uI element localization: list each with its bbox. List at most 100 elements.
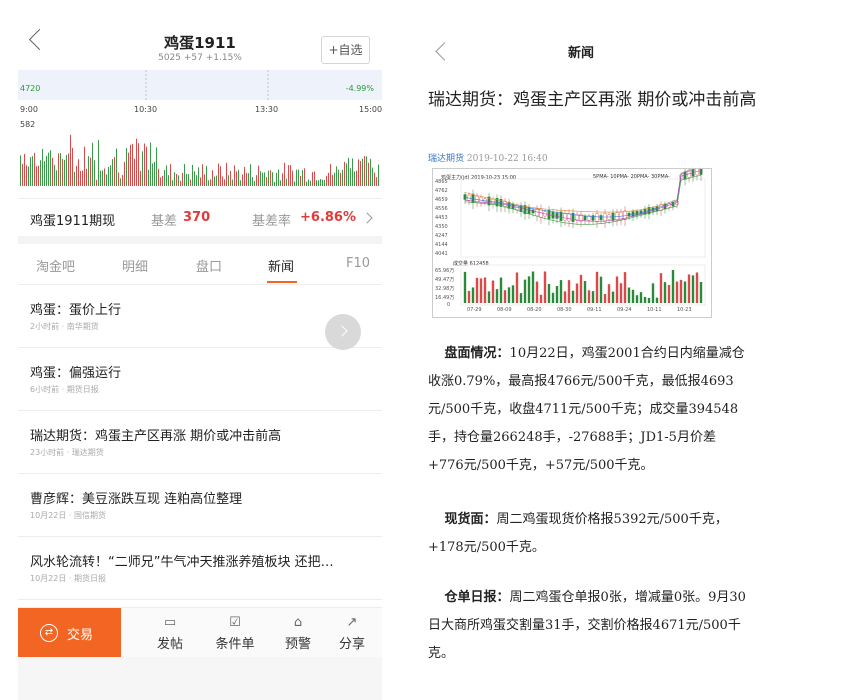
volume-bar bbox=[180, 180, 181, 186]
volume-bar bbox=[116, 148, 117, 186]
volume-bar bbox=[559, 280, 563, 303]
tab-news[interactable]: 新闻 bbox=[268, 256, 294, 275]
tab-f10[interactable]: F10 bbox=[346, 256, 370, 271]
volume-bar bbox=[184, 163, 185, 186]
chevron-right-icon bbox=[361, 212, 373, 224]
volume-bar bbox=[192, 164, 193, 186]
swap-icon: ⇄ bbox=[40, 624, 58, 642]
volume-bar bbox=[278, 169, 279, 186]
volume-bar bbox=[38, 165, 39, 186]
tab-forum[interactable]: 淘金吧 bbox=[36, 256, 75, 275]
volume-bar bbox=[232, 179, 233, 186]
volume-bar bbox=[298, 169, 299, 186]
volume-bar bbox=[292, 170, 293, 186]
volume-bar bbox=[334, 172, 335, 186]
volume-bar bbox=[326, 175, 327, 186]
volume-bar bbox=[647, 297, 651, 303]
volume-bar bbox=[663, 282, 667, 303]
moving-average-line bbox=[464, 170, 702, 222]
volume-bar bbox=[36, 166, 37, 186]
section-divider bbox=[18, 236, 382, 244]
pct-label: -4.99% bbox=[345, 84, 374, 93]
volume-bar bbox=[156, 147, 157, 186]
volume-bar bbox=[234, 165, 235, 186]
volume-bar bbox=[50, 150, 51, 186]
volume-bar bbox=[200, 177, 201, 186]
volume-bar bbox=[138, 143, 139, 186]
conditional-order-button[interactable]: ☑ 条件单 bbox=[205, 614, 265, 652]
volume-bar bbox=[346, 163, 347, 186]
volume-bar bbox=[551, 292, 555, 303]
article-date: 2019-10-22 16:40 bbox=[466, 154, 548, 164]
bottom-toolbar: ⇄ 交易 ▭ 发帖 ☑ 条件单 ⌂ 预警 ↗ 分享 bbox=[18, 607, 382, 658]
trade-button[interactable]: ⇄ 交易 bbox=[18, 608, 121, 658]
tab-details[interactable]: 明细 bbox=[122, 256, 148, 275]
volume-bar bbox=[208, 180, 209, 186]
volume-bar bbox=[46, 155, 47, 186]
volume-bar bbox=[264, 172, 265, 186]
volume-bar bbox=[228, 175, 229, 186]
news-item[interactable]: 鸡蛋：偏强运行 6小时前 · 期货日报 bbox=[18, 348, 382, 411]
share-icon: ↗ bbox=[346, 615, 358, 630]
volume-bar bbox=[338, 169, 339, 186]
volume-bar bbox=[124, 161, 125, 186]
volume-bar bbox=[26, 165, 27, 186]
basis-row[interactable]: 鸡蛋1911期现 基差 370 基差率 +6.86% bbox=[18, 198, 382, 237]
news-title: 风水轮流转！“二师兄”牛气冲天推涨养殖板块 还把… bbox=[30, 555, 334, 570]
volume-bar bbox=[300, 176, 301, 186]
tab-orderbook[interactable]: 盘口 bbox=[196, 256, 222, 275]
back-icon[interactable] bbox=[435, 42, 454, 61]
volume-bar bbox=[182, 172, 183, 186]
news-item[interactable]: 风水轮流转！“二师兄”牛气冲天推涨养殖板块 还把… 10月22日 · 期货日报 bbox=[18, 537, 382, 600]
volume-bar bbox=[250, 164, 251, 186]
volume-bar bbox=[172, 180, 173, 186]
share-button[interactable]: ↗ 分享 bbox=[322, 614, 382, 652]
volume-bar bbox=[94, 160, 95, 186]
volume-bar bbox=[374, 172, 375, 186]
header: 鸡蛋1911 5025 +57 +1.15% +自选 bbox=[18, 0, 382, 70]
volume-bar bbox=[56, 170, 57, 186]
volume-bar bbox=[246, 173, 247, 186]
article-source[interactable]: 瑞达期货 bbox=[428, 154, 464, 164]
news-title: 瑞达期货：鸡蛋主产区再涨 期价或冲击前高 bbox=[30, 429, 282, 444]
volume-bar bbox=[567, 280, 571, 303]
post-icon: ▭ bbox=[163, 615, 177, 630]
volume-bar bbox=[164, 170, 165, 186]
candle-body bbox=[583, 215, 587, 221]
volume-bar bbox=[330, 164, 331, 186]
volume-bar bbox=[248, 173, 249, 186]
intraday-chart[interactable]: 4720 -4.99% 9:00 10:30 13:30 15:00 582 bbox=[18, 70, 382, 198]
volume-bar bbox=[188, 174, 189, 186]
volume-bar bbox=[186, 173, 187, 186]
floating-next-button[interactable] bbox=[325, 314, 361, 350]
news-article-panel: 新闻 瑞达期货：鸡蛋主产区再涨 期价或冲击前高 瑞达期货 2019-10-22 … bbox=[420, 0, 852, 700]
volume-bar bbox=[310, 180, 311, 186]
volume-bar bbox=[675, 281, 679, 303]
post-button[interactable]: ▭ 发帖 bbox=[140, 614, 200, 652]
volume-bar bbox=[254, 180, 255, 186]
volume-bar bbox=[266, 177, 267, 186]
volume-bar bbox=[364, 156, 365, 186]
volume-bar bbox=[671, 270, 675, 303]
volume-bar bbox=[24, 154, 25, 186]
alert-button[interactable]: ⌂ 预警 bbox=[268, 614, 328, 652]
news-item[interactable]: 瑞达期货：鸡蛋主产区再涨 期价或冲击前高 23小时前 · 瑞达期货 bbox=[18, 411, 382, 474]
add-watchlist-button[interactable]: +自选 bbox=[321, 36, 370, 64]
volume-bar bbox=[206, 165, 207, 186]
time-label: 15:00 bbox=[359, 105, 382, 114]
volume-bar bbox=[491, 280, 495, 303]
volume-bar bbox=[322, 179, 323, 186]
volume-bar bbox=[655, 297, 659, 303]
news-item[interactable]: 曹彦辉：美豆涨跌互现 连粕高位整理 10月22日 · 国信期货 bbox=[18, 474, 382, 537]
volume-bar bbox=[54, 164, 55, 186]
volume-bar bbox=[499, 277, 503, 303]
volume-bar bbox=[216, 175, 217, 186]
basis-value: 370 bbox=[183, 210, 211, 225]
volume-bar bbox=[635, 295, 639, 303]
volume-bar bbox=[358, 159, 359, 186]
volume-bar bbox=[100, 170, 101, 186]
volume-bar bbox=[148, 169, 149, 186]
paragraph-label: 现货面： bbox=[444, 512, 497, 527]
candle-body bbox=[599, 215, 603, 221]
active-tab-indicator bbox=[267, 281, 297, 283]
